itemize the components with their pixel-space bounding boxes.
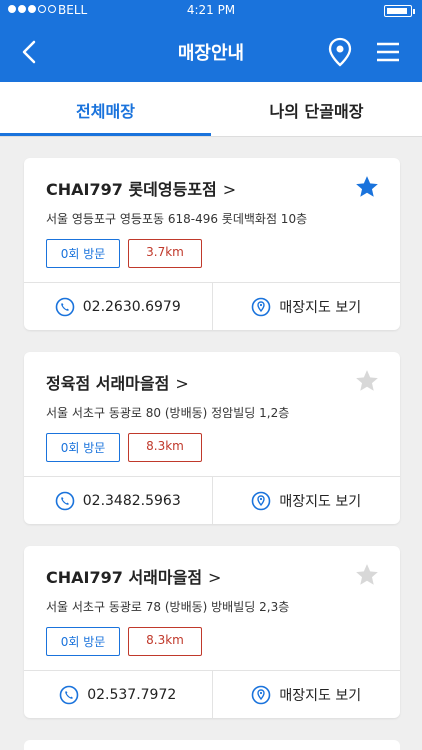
- phone-icon: [55, 297, 75, 316]
- tab-all-stores[interactable]: 전체매장: [0, 82, 211, 136]
- store-address: 서울 서초구 동광로 78 (방배동) 방배빌딩 2,3층: [46, 600, 290, 614]
- view-map-button[interactable]: 매장지도 보기: [211, 283, 401, 330]
- tab-bar: 전체매장 나의 단골매장: [0, 82, 422, 136]
- visit-count-badge: 0회 방문: [46, 239, 120, 268]
- store-actions: 02.537.7972 매장지도 보기: [24, 670, 400, 718]
- map-label: 매장지도 보기: [279, 493, 362, 510]
- battery-icon: [384, 5, 415, 17]
- store-name[interactable]: CHAI797 롯데영등포점: [46, 176, 217, 200]
- distance-badge: 3.7km: [128, 239, 202, 268]
- location-button[interactable]: [324, 36, 356, 68]
- phone-icon: [59, 685, 79, 704]
- store-card-header: 정육점 서래마을점 > 서울 서초구 동광로 80 (방배동) 정암빌딩 1,2층…: [24, 352, 400, 476]
- store-name[interactable]: CHAI797 서래마을점: [46, 564, 202, 588]
- map-pin-icon: [252, 297, 271, 316]
- app-header: 매장안내: [0, 22, 422, 82]
- store-card: CHAI797 서래마을점 > 서울 서초구 동광로 78 (방배동) 방배빌딩 …: [24, 546, 400, 718]
- status-bar: BELL 4:21 PM: [0, 0, 422, 22]
- store-address: 서울 영등포구 영등포동 618-496 롯데백화점 10층: [46, 212, 308, 226]
- store-card-header: CHAI797 롯데영등포점 > 서울 영등포구 영등포동 618-496 롯데백…: [24, 158, 400, 282]
- visit-count-badge: 0회 방문: [46, 433, 120, 462]
- distance-badge: 8.3km: [128, 627, 202, 656]
- star-icon: [356, 176, 378, 197]
- store-card-partial: [24, 740, 400, 750]
- distance-badge: 8.3km: [128, 433, 202, 462]
- map-pin-icon: [252, 685, 271, 704]
- store-card-header: CHAI797 서래마을점 > 서울 서초구 동광로 78 (방배동) 방배빌딩 …: [24, 546, 400, 670]
- store-address: 서울 서초구 동광로 80 (방배동) 정암빌딩 1,2층: [46, 406, 290, 420]
- visit-count-badge: 0회 방문: [46, 627, 120, 656]
- store-card: 정육점 서래마을점 > 서울 서초구 동광로 80 (방배동) 정암빌딩 1,2층…: [24, 352, 400, 524]
- phone-number: 02.2630.6979: [82, 298, 181, 315]
- status-time: 4:21 PM: [186, 3, 236, 17]
- favorite-button[interactable]: [354, 562, 380, 588]
- phone-icon: [55, 491, 75, 510]
- favorite-button[interactable]: [354, 174, 380, 200]
- tab-divider: [0, 136, 422, 137]
- chevron-right-icon[interactable]: >: [208, 568, 221, 587]
- store-actions: 02.3482.5963 매장지도 보기: [24, 476, 400, 524]
- favorite-button[interactable]: [354, 368, 380, 394]
- chevron-right-icon[interactable]: >: [175, 374, 188, 393]
- menu-button[interactable]: [372, 36, 404, 68]
- store-card: CHAI797 롯데영등포점 > 서울 영등포구 영등포동 618-496 롯데백…: [24, 158, 400, 330]
- store-badges: 0회 방문 8.3km: [46, 627, 378, 656]
- chevron-right-icon[interactable]: >: [223, 180, 236, 199]
- phone-number: 02.537.7972: [87, 686, 177, 703]
- map-label: 매장지도 보기: [279, 687, 362, 704]
- location-pin-icon: [328, 37, 352, 67]
- store-name[interactable]: 정육점 서래마을점: [46, 370, 169, 394]
- page-title: 매장안내: [177, 43, 245, 64]
- store-actions: 02.2630.6979 매장지도 보기: [24, 282, 400, 330]
- store-badges: 0회 방문 3.7km: [46, 239, 378, 268]
- hamburger-menu-icon: [377, 42, 399, 62]
- tab-my-favorite-stores[interactable]: 나의 단골매장: [211, 82, 422, 136]
- star-icon: [356, 370, 378, 391]
- store-badges: 0회 방문 8.3km: [46, 433, 378, 462]
- star-icon: [356, 564, 378, 585]
- view-map-button[interactable]: 매장지도 보기: [211, 477, 401, 524]
- view-map-button[interactable]: 매장지도 보기: [211, 671, 401, 718]
- call-button[interactable]: 02.2630.6979: [24, 283, 212, 330]
- store-list: CHAI797 롯데영등포점 > 서울 영등포구 영등포동 618-496 롯데백…: [24, 158, 400, 750]
- call-button[interactable]: 02.537.7972: [24, 671, 212, 718]
- map-pin-icon: [252, 491, 271, 510]
- map-label: 매장지도 보기: [279, 299, 362, 316]
- call-button[interactable]: 02.3482.5963: [24, 477, 212, 524]
- phone-number: 02.3482.5963: [82, 492, 181, 509]
